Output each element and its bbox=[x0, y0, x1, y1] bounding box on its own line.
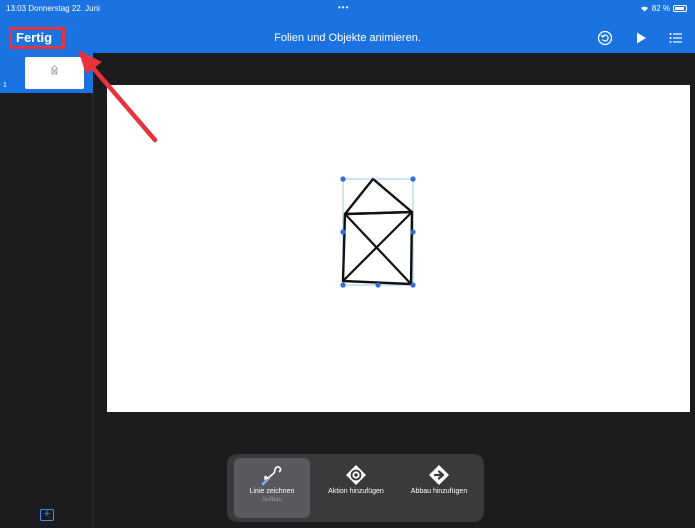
slide-number: 1 bbox=[3, 82, 7, 89]
rewind-icon[interactable] bbox=[596, 29, 614, 47]
slide-canvas[interactable] bbox=[107, 85, 690, 412]
animation-toolbar: Linie zeichnen Aufbau Aktion hinzufügen … bbox=[227, 454, 484, 522]
action-diamond-icon bbox=[346, 465, 366, 485]
add-action-label: Aktion hinzufügen bbox=[328, 488, 384, 495]
add-build-out-label: Abbau hinzufügen bbox=[410, 488, 468, 495]
add-action-button[interactable]: Aktion hinzufügen bbox=[318, 458, 394, 518]
annotation-arrow bbox=[78, 50, 158, 143]
list-icon[interactable] bbox=[667, 29, 685, 47]
status-bar: 13:03 Donnerstag 22. Juni ••• 82 % bbox=[0, 0, 695, 18]
battery-percent: 82 % bbox=[651, 4, 670, 13]
battery-icon bbox=[673, 5, 687, 12]
wifi-icon bbox=[640, 6, 648, 12]
draw-line-sublabel: Aufbau bbox=[261, 496, 283, 503]
multitasking-dots[interactable]: ••• bbox=[338, 3, 349, 12]
add-build-out-button[interactable]: Abbau hinzufügen bbox=[397, 458, 481, 518]
status-time-date: 13:03 Donnerstag 22. Juni bbox=[6, 4, 100, 13]
build-out-diamond-icon bbox=[429, 465, 449, 485]
draw-line-label: Linie zeichnen bbox=[249, 488, 295, 495]
draw-line-button[interactable]: Linie zeichnen Aufbau bbox=[234, 458, 310, 518]
drawing-object[interactable] bbox=[107, 85, 690, 412]
draw-line-icon bbox=[261, 466, 282, 486]
add-slide-icon[interactable]: + bbox=[40, 509, 54, 521]
play-icon[interactable] bbox=[632, 29, 650, 47]
status-battery: 82 % bbox=[640, 4, 687, 13]
app-root: 13:03 Donnerstag 22. Juni ••• 82 % Ferti… bbox=[0, 0, 695, 528]
